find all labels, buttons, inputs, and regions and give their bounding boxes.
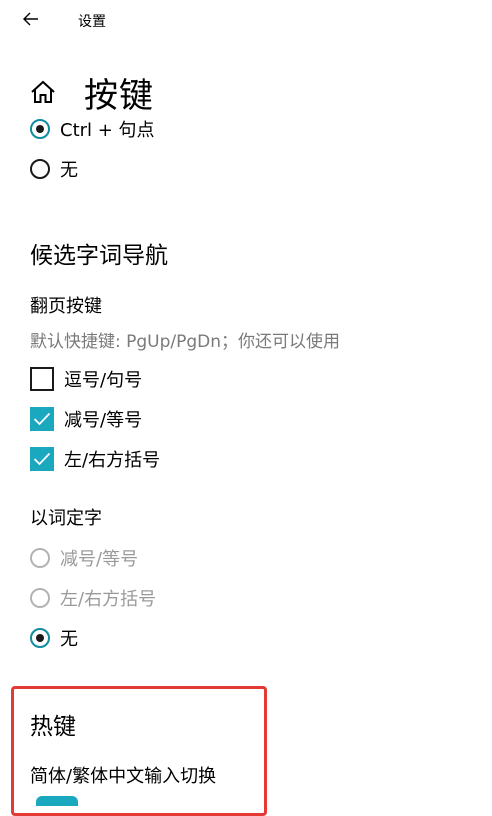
checkbox[interactable] [30, 367, 54, 391]
radio-label: Ctrl + 句点 [60, 120, 155, 141]
radio-button[interactable] [30, 159, 50, 179]
subhead-word-to-char: 以词定字 [30, 508, 102, 529]
section-title-candidate-nav: 候选字词导航 [30, 243, 168, 269]
checkbox-minus-equal[interactable]: 减号/等号 [30, 406, 142, 432]
back-button[interactable] [20, 9, 42, 29]
section-title-hotkeys: 热键 [30, 714, 76, 740]
page-title: 按键 [84, 76, 154, 116]
radio-word-brackets: 左/右方括号 [30, 585, 156, 611]
home-icon [31, 80, 55, 103]
back-arrow-icon [23, 12, 38, 26]
radio-ctrl-period[interactable]: Ctrl + 句点 [30, 116, 155, 142]
radio-none-top[interactable]: 无 [30, 156, 78, 182]
hotkey-simplified-traditional-label: 简体/繁体中文输入切换 [30, 766, 217, 787]
checkbox[interactable] [30, 447, 54, 471]
subhead-page-keys: 翻页按键 [30, 296, 102, 317]
checkmark-icon [33, 452, 51, 466]
radio-label: 无 [60, 160, 78, 181]
checkbox[interactable] [30, 407, 54, 431]
radio-label: 无 [60, 629, 78, 650]
checkbox-label: 左/右方括号 [64, 450, 161, 471]
radio-label: 左/右方括号 [60, 589, 157, 610]
checkbox-label: 减号/等号 [64, 410, 143, 431]
window-title: 设置 [78, 14, 106, 30]
checkbox-label: 逗号/句号 [64, 370, 143, 391]
radio-word-minus-equal: 减号/等号 [30, 545, 138, 571]
checkbox-comma-period[interactable]: 逗号/句号 [30, 366, 142, 392]
radio-word-none[interactable]: 无 [30, 625, 78, 651]
checkbox-brackets[interactable]: 左/右方括号 [30, 446, 160, 472]
page-keys-description: 默认快捷键: PgUp/PgDn；你还可以使用 [30, 332, 341, 352]
hotkey-toggle[interactable] [36, 796, 78, 806]
radio-button[interactable] [30, 628, 50, 648]
radio-button [30, 588, 50, 608]
checkmark-icon [33, 412, 51, 426]
radio-label: 减号/等号 [60, 549, 139, 570]
radio-button [30, 548, 50, 568]
radio-button[interactable] [30, 119, 50, 139]
